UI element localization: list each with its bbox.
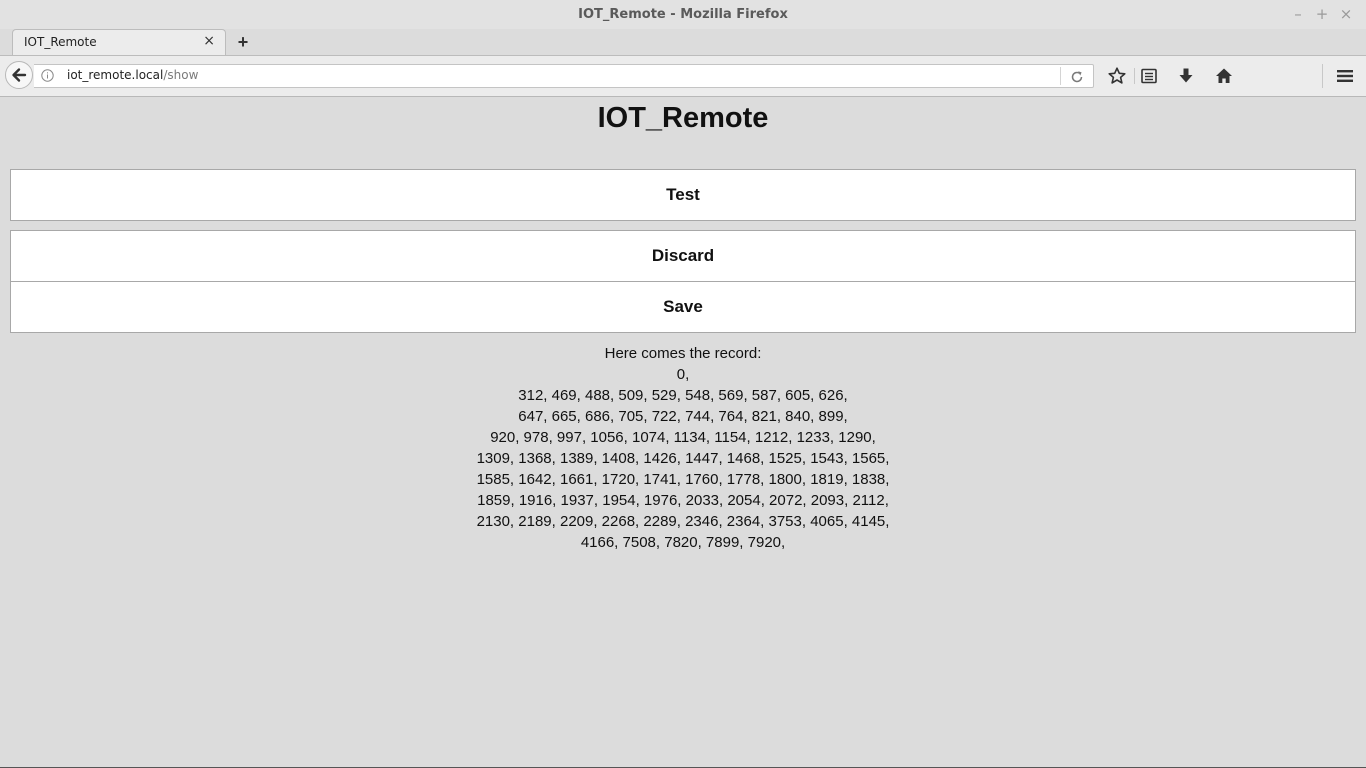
url-host: iot_remote.local <box>67 68 164 82</box>
toolbar-divider <box>1134 68 1135 84</box>
home-icon[interactable] <box>1214 66 1234 86</box>
url-text[interactable]: iot_remote.local/show <box>67 68 198 82</box>
discard-button[interactable]: Discard <box>10 230 1356 282</box>
hamburger-menu-icon[interactable] <box>1335 66 1355 86</box>
record-line: 1585, 1642, 1661, 1720, 1741, 1760, 1778… <box>476 471 890 488</box>
download-icon[interactable] <box>1176 66 1196 86</box>
record-intro: Here comes the record: <box>604 345 762 362</box>
back-arrow-icon <box>12 68 27 82</box>
maximize-button[interactable]: + <box>1312 0 1332 29</box>
record-line: 1309, 1368, 1389, 1408, 1426, 1447, 1468… <box>476 450 890 467</box>
record-line: 920, 978, 997, 1056, 1074, 1134, 1154, 1… <box>490 429 876 446</box>
reload-icon[interactable] <box>1069 69 1085 85</box>
record-line: 2130, 2189, 2209, 2268, 2289, 2346, 2364… <box>476 513 890 530</box>
browser-window: IOT_Remote - Mozilla Firefox – + × IOT_R… <box>0 0 1366 768</box>
url-path: /show <box>163 68 199 82</box>
url-bar[interactable]: iot_remote.local/show <box>34 64 1094 88</box>
page-content: IOT_Remote Test Discard Save Here comes … <box>0 97 1366 768</box>
record-output: Here comes the record: 0, 312, 469, 488,… <box>0 343 1366 553</box>
record-line: 647, 665, 686, 705, 722, 744, 764, 821, … <box>518 408 848 425</box>
tab-iot-remote[interactable]: IOT_Remote × <box>12 29 226 55</box>
window-title: IOT_Remote - Mozilla Firefox <box>578 7 788 22</box>
save-button[interactable]: Save <box>10 281 1356 333</box>
menu-divider <box>1322 64 1323 88</box>
record-line: 0, <box>676 366 690 383</box>
tab-strip: IOT_Remote × + <box>0 29 1366 56</box>
new-tab-button[interactable]: + <box>236 32 250 52</box>
navigation-toolbar: iot_remote.local/show <box>0 56 1366 97</box>
info-icon[interactable] <box>41 69 54 82</box>
window-controls: – + × <box>1288 0 1356 29</box>
reading-list-icon[interactable] <box>1139 66 1159 86</box>
minimize-button[interactable]: – <box>1288 0 1308 29</box>
record-line: 312, 469, 488, 509, 529, 548, 569, 587, … <box>518 387 848 404</box>
back-button[interactable] <box>5 61 33 89</box>
tab-label: IOT_Remote <box>24 35 97 49</box>
close-window-button[interactable]: × <box>1336 0 1356 29</box>
record-line: 1859, 1916, 1937, 1954, 1976, 2033, 2054… <box>477 492 889 509</box>
title-bar: IOT_Remote - Mozilla Firefox – + × <box>0 0 1366 29</box>
page-title: IOT_Remote <box>597 102 769 134</box>
star-icon[interactable] <box>1107 66 1127 86</box>
url-divider <box>1060 67 1061 85</box>
test-button[interactable]: Test <box>10 169 1356 221</box>
tab-close-button[interactable]: × <box>203 33 215 49</box>
record-line: 4166, 7508, 7820, 7899, 7920, <box>580 534 786 551</box>
